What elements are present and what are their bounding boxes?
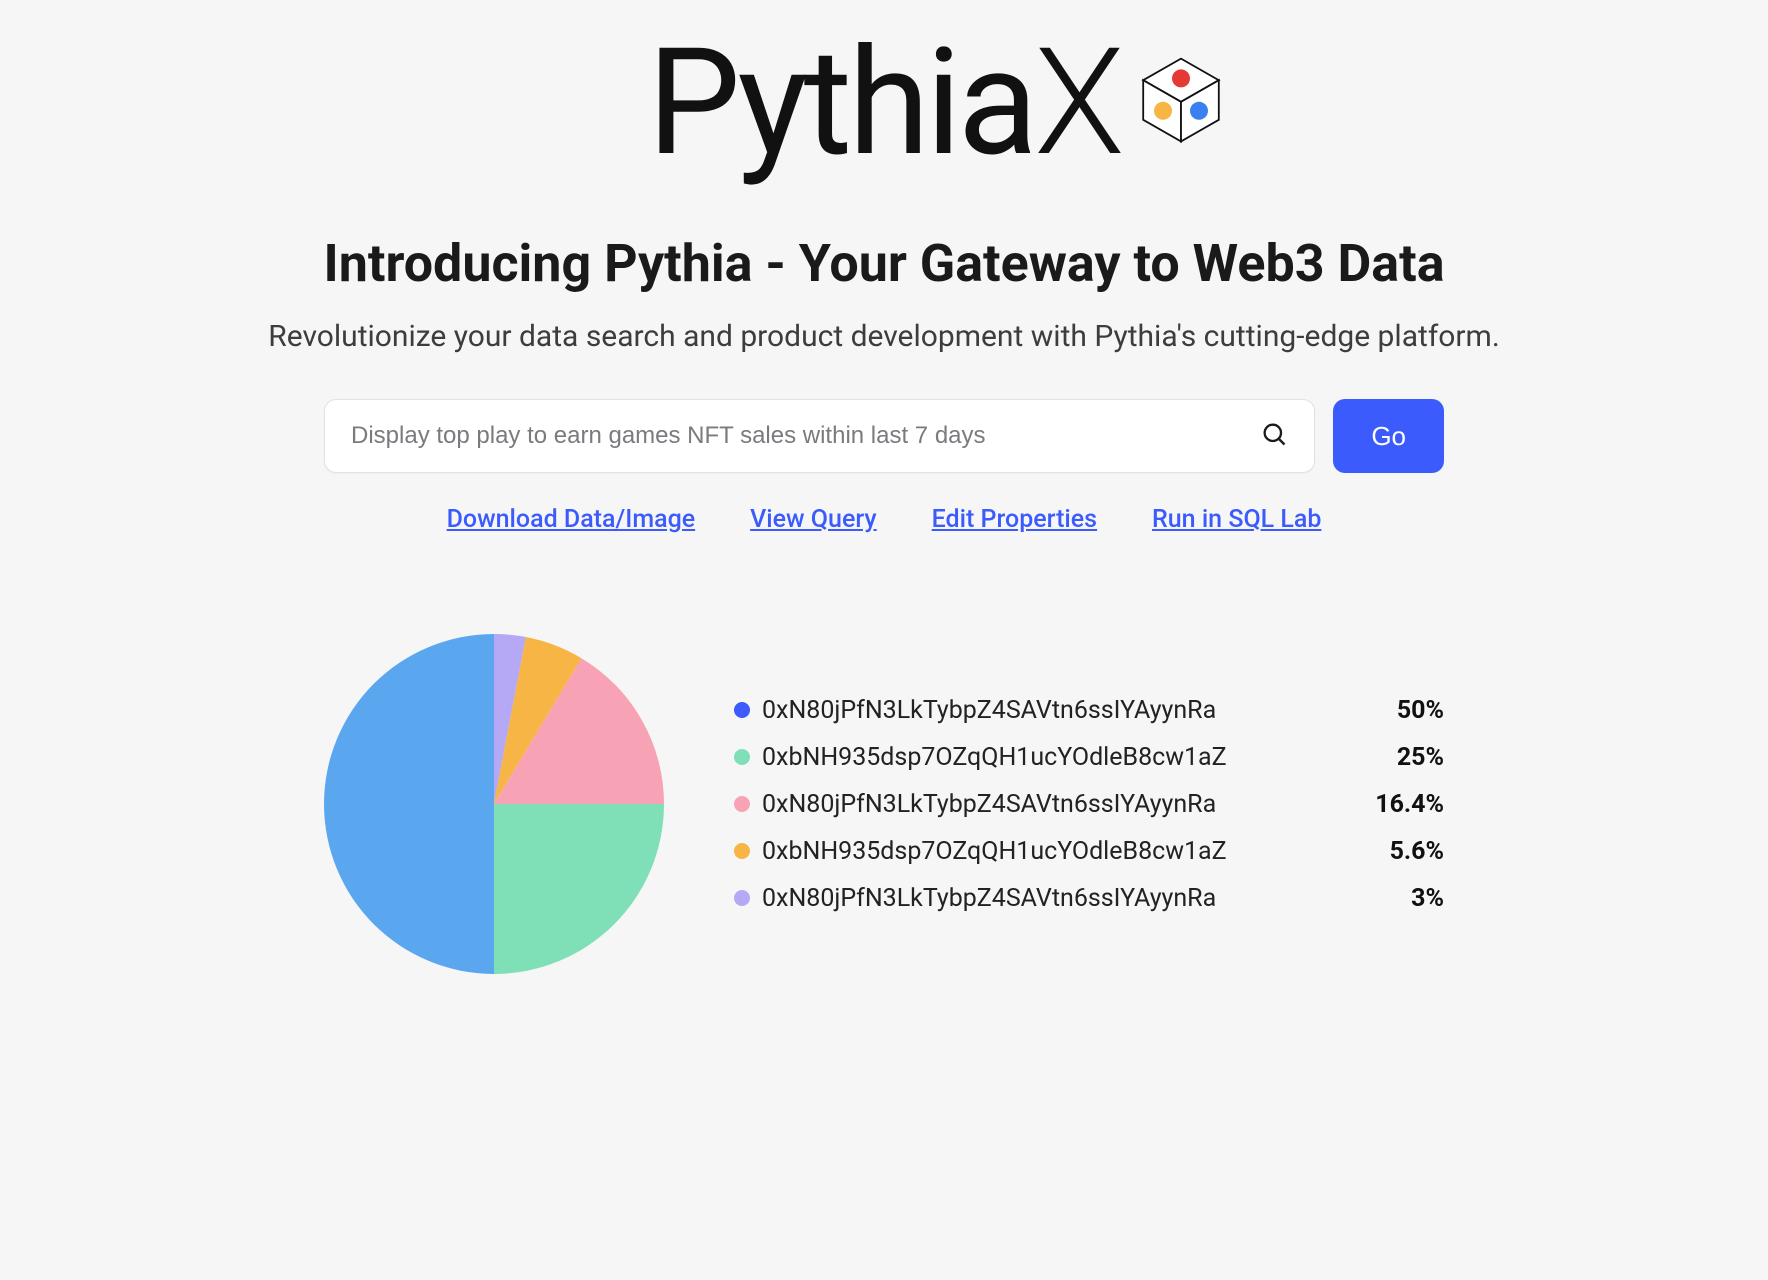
legend-left: 0xN80jPfN3LkTybpZ4SAVtn6ssIYAyynRa: [734, 790, 1216, 819]
page-subhead: Revolutionize your data search and produ…: [268, 319, 1500, 354]
view-query-link[interactable]: View Query: [750, 505, 877, 534]
action-links: Download Data/Image View Query Edit Prop…: [447, 505, 1322, 534]
legend-value: 5.6%: [1390, 837, 1444, 866]
go-button[interactable]: Go: [1333, 399, 1444, 473]
pie-chart: [324, 634, 664, 974]
legend-label: 0xN80jPfN3LkTybpZ4SAVtn6ssIYAyynRa: [762, 790, 1216, 819]
legend-value: 3%: [1411, 884, 1444, 913]
legend-dot-icon: [734, 749, 750, 765]
legend-left: 0xbNH935dsp7OZqQH1ucYOdleB8cw1aZ: [734, 837, 1227, 866]
legend-row: 0xbNH935dsp7OZqQH1ucYOdleB8cw1aZ 5.6%: [734, 837, 1444, 866]
chart-area: 0xN80jPfN3LkTybpZ4SAVtn6ssIYAyynRa 50% 0xb…: [324, 634, 1444, 974]
edit-properties-link[interactable]: Edit Properties: [932, 505, 1097, 534]
run-sql-lab-link[interactable]: Run in SQL Lab: [1152, 505, 1321, 534]
search-box[interactable]: [324, 399, 1315, 473]
legend-value: 25%: [1397, 743, 1444, 772]
legend-label: 0xN80jPfN3LkTybpZ4SAVtn6ssIYAyynRa: [762, 696, 1216, 725]
cube-logo-icon: [1136, 22, 1226, 112]
legend-left: 0xN80jPfN3LkTybpZ4SAVtn6ssIYAyynRa: [734, 884, 1216, 913]
pie-slice: [324, 634, 494, 974]
legend-label: 0xbNH935dsp7OZqQH1ucYOdleB8cw1aZ: [762, 837, 1227, 866]
legend-row: 0xN80jPfN3LkTybpZ4SAVtn6ssIYAyynRa 3%: [734, 884, 1444, 913]
legend-value: 16.4%: [1375, 790, 1444, 819]
search-icon: [1260, 420, 1288, 452]
legend-dot-icon: [734, 843, 750, 859]
search-row: Go: [324, 399, 1444, 473]
page-headline: Introducing Pythia - Your Gateway to Web…: [323, 233, 1444, 294]
pie-slice: [494, 804, 664, 974]
legend-value: 50%: [1397, 696, 1444, 725]
brand-name-suffix: X: [1034, 17, 1121, 190]
legend-dot-icon: [734, 890, 750, 906]
chart-legend: 0xN80jPfN3LkTybpZ4SAVtn6ssIYAyynRa 50% 0xb…: [734, 696, 1444, 913]
legend-row: 0xbNH935dsp7OZqQH1ucYOdleB8cw1aZ 25%: [734, 743, 1444, 772]
legend-left: 0xbNH935dsp7OZqQH1ucYOdleB8cw1aZ: [734, 743, 1227, 772]
legend-left: 0xN80jPfN3LkTybpZ4SAVtn6ssIYAyynRa: [734, 696, 1216, 725]
download-data-link[interactable]: Download Data/Image: [447, 505, 696, 534]
legend-row: 0xN80jPfN3LkTybpZ4SAVtn6ssIYAyynRa 16.4%: [734, 790, 1444, 819]
legend-dot-icon: [734, 702, 750, 718]
brand-name-main: Pythia: [647, 17, 1034, 190]
search-input[interactable]: [351, 422, 1260, 450]
legend-dot-icon: [734, 796, 750, 812]
legend-label: 0xbNH935dsp7OZqQH1ucYOdleB8cw1aZ: [762, 743, 1227, 772]
legend-label: 0xN80jPfN3LkTybpZ4SAVtn6ssIYAyynRa: [762, 884, 1216, 913]
brand-logo: PythiaX: [647, 30, 1121, 178]
legend-row: 0xN80jPfN3LkTybpZ4SAVtn6ssIYAyynRa 50%: [734, 696, 1444, 725]
brand-wordmark: PythiaX: [647, 30, 1121, 178]
